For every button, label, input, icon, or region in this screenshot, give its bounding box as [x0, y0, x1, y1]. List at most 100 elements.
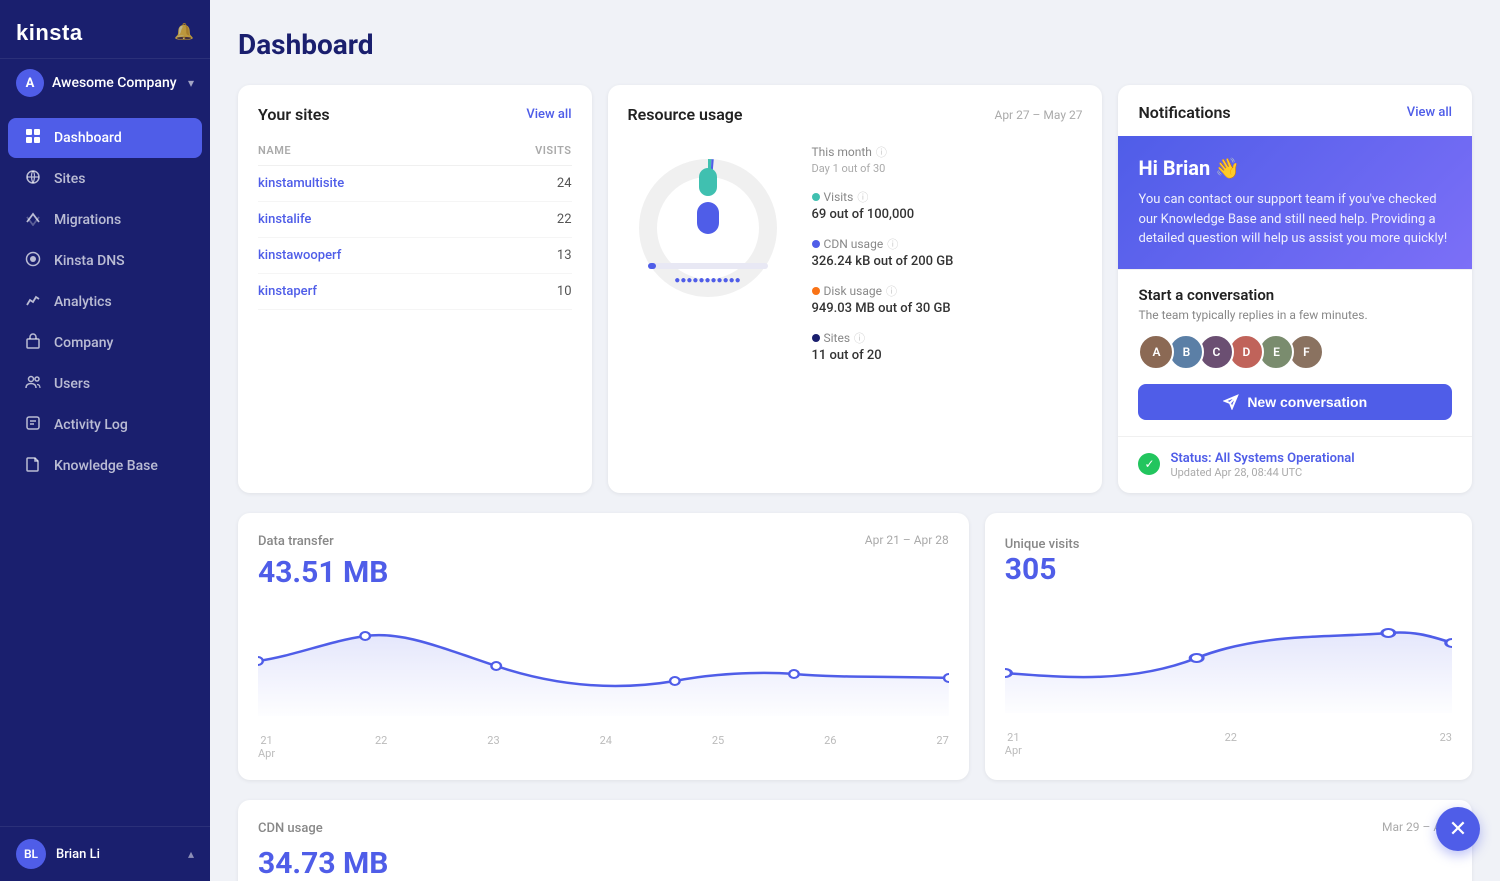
your-sites-view-all[interactable]: View all [526, 107, 571, 122]
unique-visits-card: Unique visits 305 [985, 513, 1472, 780]
sites-dot [812, 334, 820, 342]
cdn-info-icon[interactable]: ⓘ [887, 236, 898, 252]
sites-col-visits: VISITS [478, 140, 571, 166]
status-box: ✓ Status: All Systems Operational Update… [1118, 436, 1472, 493]
dns-icon [24, 251, 42, 271]
xaxis-label-1: 21Apr [258, 734, 275, 760]
unique-visits-label: Unique visits [1005, 537, 1080, 552]
site-visits: 24 [478, 166, 571, 202]
table-row: kinstaperf 10 [258, 274, 572, 310]
site-link[interactable]: kinstawooperf [258, 248, 341, 263]
data-transfer-chart [258, 606, 949, 726]
sidebar-label-sites: Sites [54, 171, 85, 187]
sidebar-label-migrations: Migrations [54, 212, 121, 228]
stat-this-month: This month ⓘ Day 1 out of 30 [812, 144, 1083, 175]
this-month-info-icon[interactable]: ⓘ [876, 144, 887, 160]
sidebar-item-kinsta-dns[interactable]: Kinsta DNS [8, 241, 202, 281]
sidebar-item-users[interactable]: Users [8, 364, 202, 404]
migrations-icon [24, 210, 42, 230]
uv-xaxis-label-3: 23 [1440, 731, 1452, 757]
site-visits: 10 [478, 274, 571, 310]
stat-visits-label: Visits ⓘ [812, 189, 1083, 205]
site-link[interactable]: kinstalife [258, 212, 311, 227]
user-avatar: BL [16, 839, 46, 869]
activity-log-icon [24, 415, 42, 435]
data-transfer-value: 43.51 MB [258, 555, 949, 590]
sidebar-item-dashboard[interactable]: Dashboard [8, 118, 202, 158]
table-row: kinstalife 22 [258, 202, 572, 238]
xaxis-label-7: 27 [936, 734, 948, 760]
your-sites-card: Your sites View all NAME VISITS kinstamu… [238, 85, 592, 493]
status-check-icon: ✓ [1138, 453, 1160, 475]
top-cards-row: Your sites View all NAME VISITS kinstamu… [238, 85, 1472, 493]
notifications-view-all[interactable]: View all [1407, 105, 1452, 120]
cdn-dot [812, 240, 820, 248]
sidebar-label-activity-log: Activity Log [54, 417, 128, 433]
sidebar: kinsta 🔔 A Awesome Company ▾ Dashboard S… [0, 0, 210, 881]
sidebar-item-sites[interactable]: Sites [8, 159, 202, 199]
data-transfer-label: Data transfer [258, 534, 334, 549]
notifications-panel: Notifications View all Hi Brian 👋 You ca… [1118, 85, 1472, 493]
table-row: kinstamultisite 24 [258, 166, 572, 202]
sidebar-footer[interactable]: BL Brian Li ▴ [0, 826, 210, 881]
notification-bell[interactable]: 🔔 [174, 22, 194, 41]
bottom-charts-row: Data transfer Apr 21 – Apr 28 43.51 MB [238, 513, 1472, 780]
unique-visits-xaxis: 21Apr 22 23 [1005, 723, 1452, 757]
company-selector[interactable]: A Awesome Company ▾ [0, 59, 210, 107]
notifications-title: Notifications [1138, 103, 1230, 122]
uv-xaxis-label-1: 21Apr [1005, 731, 1022, 757]
send-icon [1223, 394, 1239, 410]
stat-sites-value: 11 out of 20 [812, 348, 1083, 363]
resource-body: ●●●●●●●●●●● This month ⓘ Day 1 out of 30 [628, 140, 1083, 377]
sidebar-label-company: Company [54, 335, 113, 351]
support-avatar: A [1138, 334, 1174, 370]
your-sites-title: Your sites [258, 105, 330, 124]
unique-visits-value: 305 [1005, 552, 1452, 587]
support-avatars: ABCDEF [1138, 334, 1452, 370]
sites-icon [24, 169, 42, 189]
cdn-usage-header: CDN usage Mar 29 – Apr [258, 820, 1452, 842]
site-link[interactable]: kinstamultisite [258, 176, 344, 191]
resource-date-range: Apr 27 – May 27 [994, 108, 1082, 122]
sidebar-label-kinsta-dns: Kinsta DNS [54, 253, 125, 269]
stat-this-month-label: This month ⓘ [812, 144, 1083, 160]
site-visits: 22 [478, 202, 571, 238]
disk-info-icon[interactable]: ⓘ [886, 283, 897, 299]
unique-visits-chart [1005, 603, 1452, 723]
analytics-icon [24, 292, 42, 312]
site-link[interactable]: kinstaperf [258, 284, 317, 299]
xaxis-label-2: 22 [375, 734, 387, 760]
sidebar-item-activity-log[interactable]: Activity Log [8, 405, 202, 445]
conv-title: Start a conversation [1138, 286, 1452, 304]
stat-visits: Visits ⓘ 69 out of 100,000 [812, 189, 1083, 222]
nav-menu: Dashboard Sites Migrations Kinsta DNS An… [0, 107, 210, 826]
site-visits: 13 [478, 238, 571, 274]
data-transfer-xaxis: 21Apr 22 23 24 25 26 27 [258, 726, 949, 760]
stat-sites: Sites ⓘ 11 out of 20 [812, 330, 1083, 363]
logo: kinsta [16, 18, 96, 44]
sites-info-icon[interactable]: ⓘ [854, 330, 865, 346]
cdn-usage-label: CDN usage [258, 821, 323, 836]
notifications-promo: Hi Brian 👋 You can contact our support t… [1118, 136, 1472, 269]
sidebar-header: kinsta 🔔 [0, 0, 210, 59]
notifications-header: Notifications View all [1118, 85, 1472, 136]
data-transfer-date: Apr 21 – Apr 28 [865, 533, 949, 547]
status-updated: Updated Apr 28, 08:44 UTC [1170, 466, 1354, 479]
new-conversation-button[interactable]: New conversation [1138, 384, 1452, 420]
visits-dot [812, 193, 820, 201]
sidebar-label-knowledge-base: Knowledge Base [54, 458, 158, 474]
visits-info-icon[interactable]: ⓘ [857, 189, 868, 205]
fab-close-button[interactable]: ✕ [1436, 807, 1480, 851]
cdn-usage-card: CDN usage Mar 29 – Apr 34.73 MB [238, 800, 1472, 881]
sidebar-item-company[interactable]: Company [8, 323, 202, 363]
sidebar-item-migrations[interactable]: Migrations [8, 200, 202, 240]
promo-text: You can contact our support team if you'… [1138, 190, 1452, 249]
sidebar-item-knowledge-base[interactable]: Knowledge Base [8, 446, 202, 486]
sidebar-item-analytics[interactable]: Analytics [8, 282, 202, 322]
table-row: kinstawooperf 13 [258, 238, 572, 274]
company-avatar: A [16, 69, 44, 97]
data-transfer-card: Data transfer Apr 21 – Apr 28 43.51 MB [238, 513, 969, 780]
page-title: Dashboard [238, 28, 1472, 61]
sidebar-label-analytics: Analytics [54, 294, 112, 310]
sites-col-name: NAME [258, 140, 478, 166]
